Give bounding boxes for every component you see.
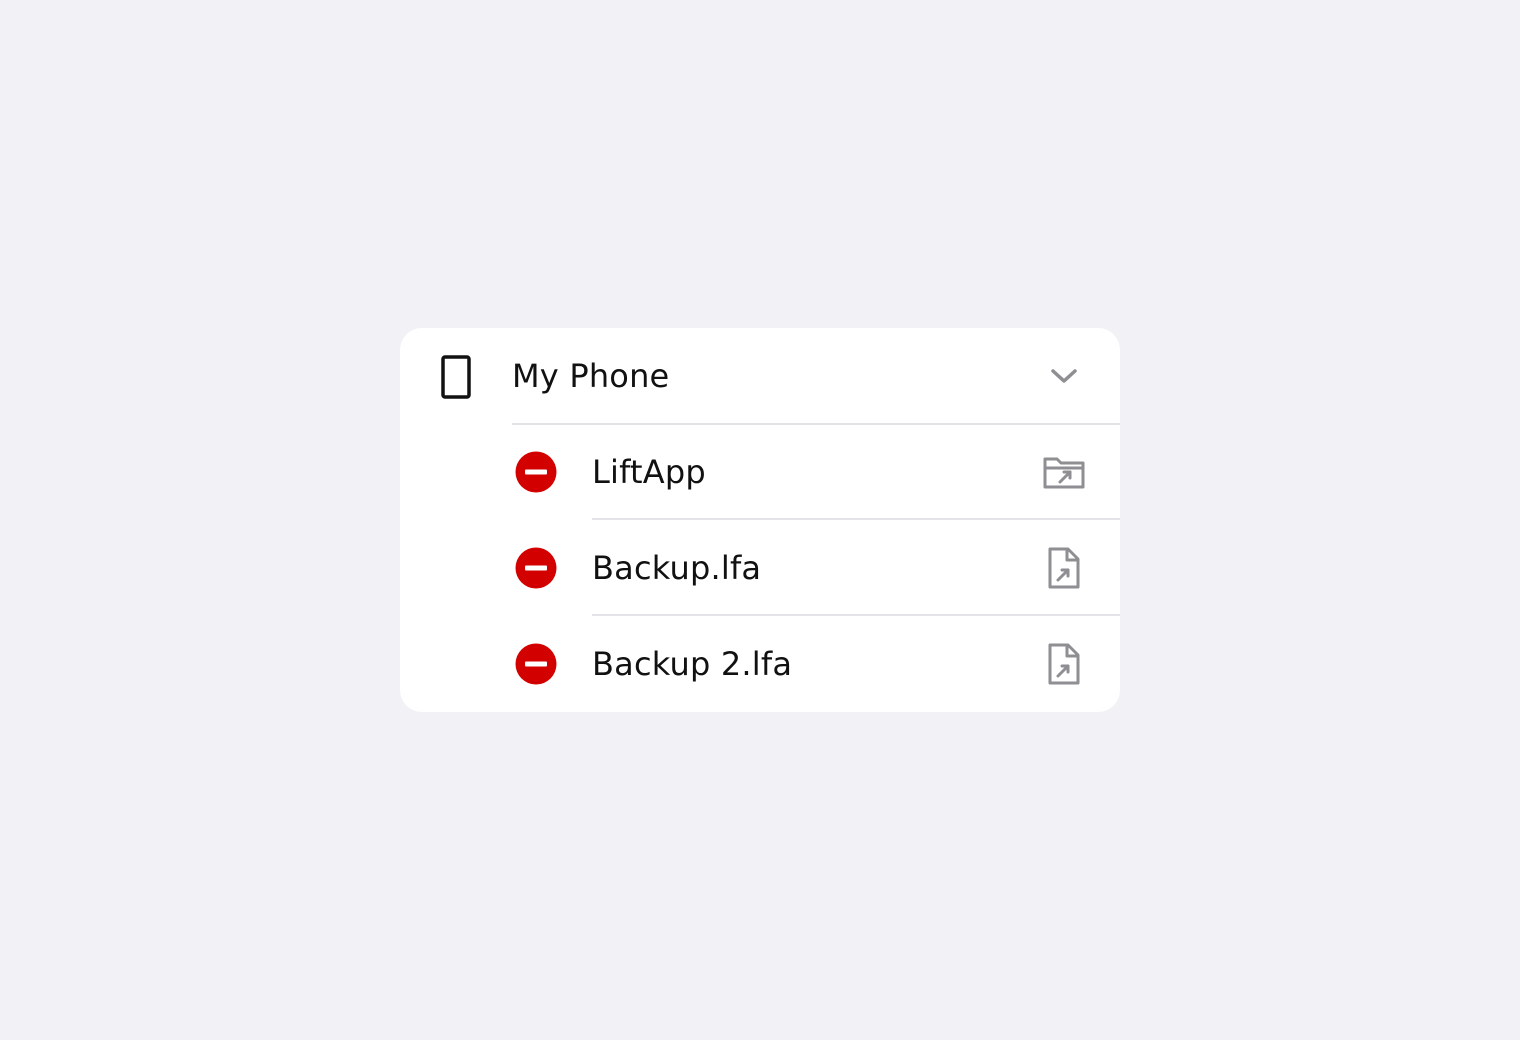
file-shortcut-icon[interactable]: [1040, 544, 1088, 592]
chevron-down-icon[interactable]: [1048, 364, 1080, 388]
remove-button[interactable]: [514, 642, 558, 686]
file-shortcut-icon[interactable]: [1040, 640, 1088, 688]
remove-icon: [515, 451, 557, 493]
list-item-label: Backup 2.lfa: [592, 645, 793, 683]
item-list: LiftApp Backup.lfa Backup 2.lfa: [400, 424, 1120, 712]
location-title: My Phone: [512, 357, 670, 395]
remove-button[interactable]: [514, 546, 558, 590]
remove-button[interactable]: [514, 450, 558, 494]
list-item-backup-2-lfa[interactable]: Backup 2.lfa: [400, 616, 1120, 712]
list-item-label: LiftApp: [592, 453, 706, 491]
location-header[interactable]: My Phone: [400, 328, 1120, 425]
list-item-label: Backup.lfa: [592, 549, 762, 587]
list-item-liftapp[interactable]: LiftApp: [400, 424, 1120, 520]
remove-icon: [515, 547, 557, 589]
folder-shortcut-icon[interactable]: [1040, 448, 1088, 496]
list-item-backup-lfa[interactable]: Backup.lfa: [400, 520, 1120, 616]
phone-icon: [441, 355, 471, 399]
remove-icon: [515, 643, 557, 685]
location-card: My Phone LiftApp Backup.lfa Backup 2.lfa: [400, 328, 1120, 712]
